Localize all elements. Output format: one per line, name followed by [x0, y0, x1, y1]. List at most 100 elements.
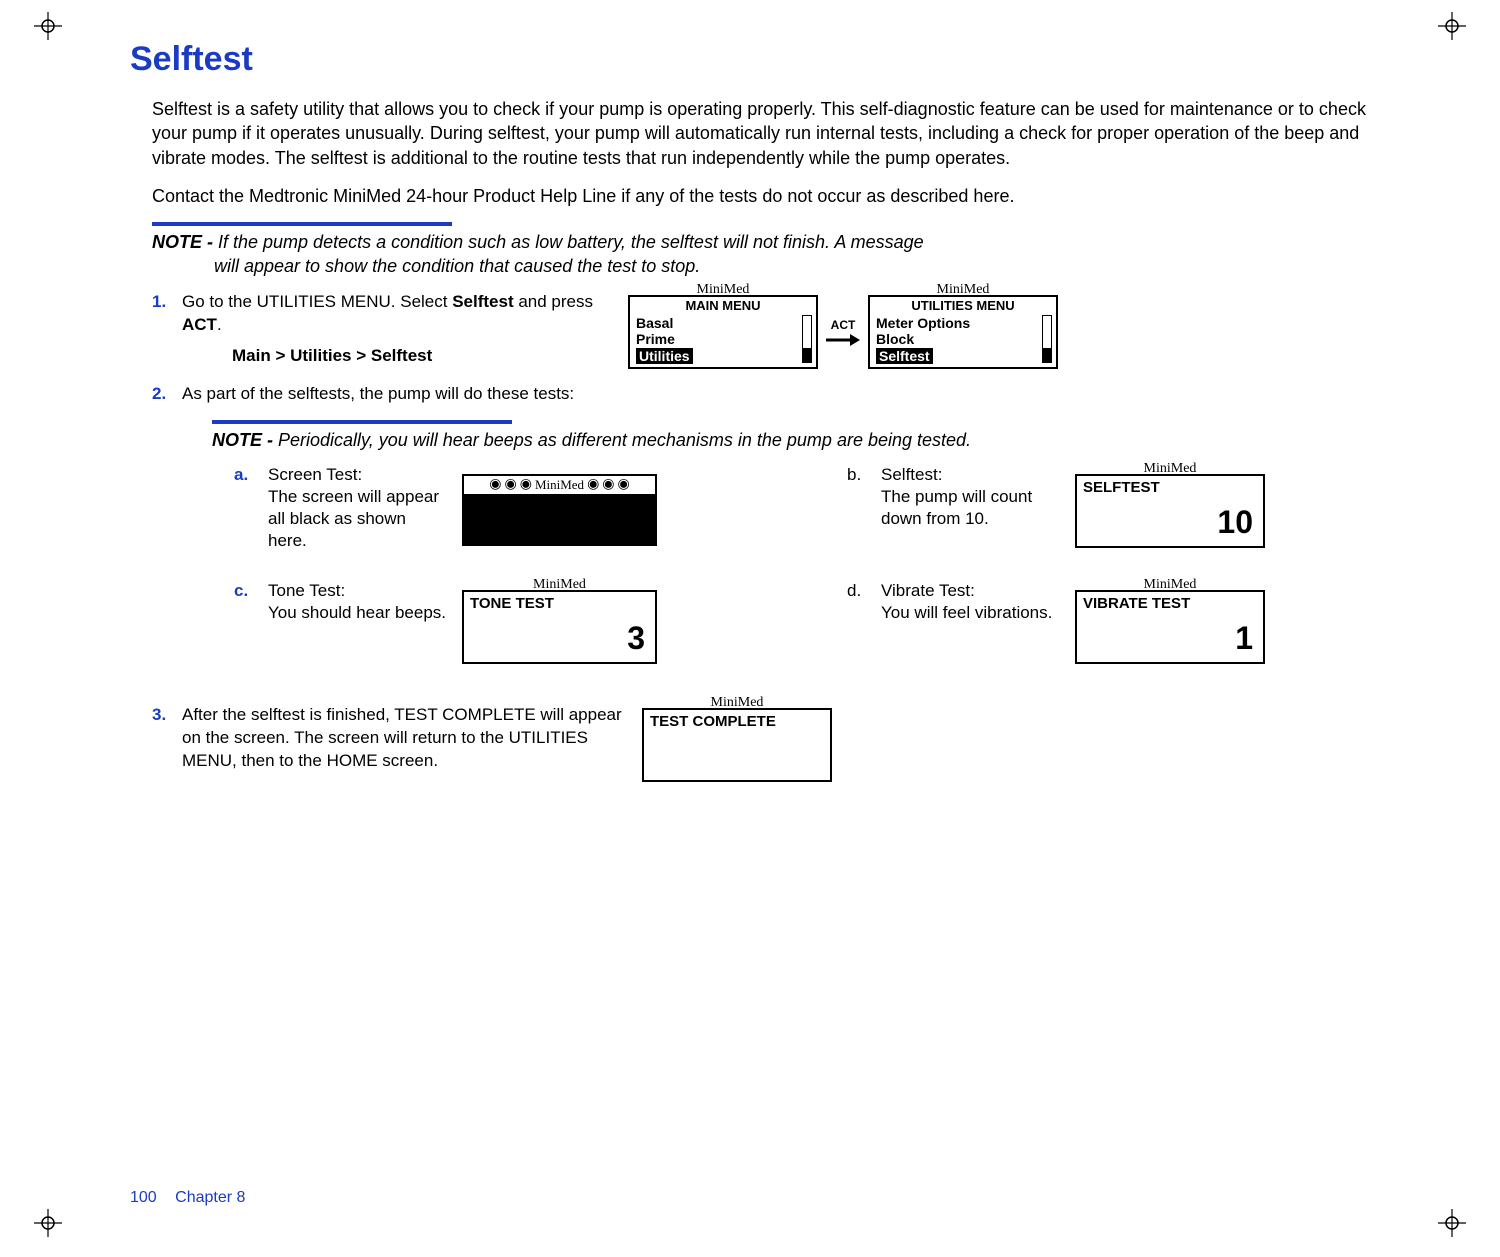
- test-c: c. Tone Test: You should hear beeps. Min…: [234, 580, 787, 664]
- pump-main-menu: MiniMed MAIN MENU Basal Prime Utilities: [628, 295, 818, 369]
- dot-icon: ◉: [618, 478, 630, 492]
- pump-screen-black: ◉ ◉ ◉ MiniMed ◉ ◉ ◉: [462, 474, 657, 546]
- test-text: Screen Test: The screen will appear all …: [268, 464, 448, 552]
- test-text: Tone Test: You should hear beeps.: [268, 580, 448, 624]
- sub-tests-grid: a. Screen Test: The screen will appear a…: [234, 464, 1400, 664]
- brand-label: MiniMed: [630, 281, 816, 300]
- menu-item: Block: [876, 331, 1050, 347]
- step-2-text: As part of the selftests, the pump will …: [182, 384, 574, 403]
- menu-item: Prime: [636, 331, 810, 347]
- step-3: 3. After the selftest is finished, TEST …: [152, 704, 1400, 782]
- test-text: Vibrate Test: You will feel vibrations.: [881, 580, 1061, 624]
- step-1: 1. Go to the UTILITIES MENU. Select Self…: [152, 291, 1400, 369]
- text-fragment: Go to the UTILITIES MENU. Select: [182, 292, 452, 311]
- document-page: Selftest Selftest is a safety utility th…: [0, 0, 1500, 1257]
- menu-item-selected: Selftest: [876, 348, 933, 364]
- brand-label: MiniMed: [464, 576, 655, 595]
- brand-label: MiniMed: [644, 694, 830, 713]
- step-2: 2. As part of the selftests, the pump wi…: [152, 383, 1400, 665]
- test-body: The pump will count down from 10.: [881, 487, 1032, 528]
- pump-utilities-menu: MiniMed UTILITIES MENU Meter Options Blo…: [868, 295, 1058, 369]
- step-1-text: Go to the UTILITIES MENU. Select Selftes…: [182, 291, 612, 368]
- list-marker: a.: [234, 464, 254, 487]
- step-number: 1.: [152, 291, 166, 314]
- dot-icon: ◉: [520, 478, 532, 492]
- test-a: a. Screen Test: The screen will appear a…: [234, 464, 787, 552]
- note-label: NOTE -: [212, 430, 278, 450]
- test-title: Selftest:: [881, 465, 942, 484]
- screen-title: SELFTEST: [1077, 476, 1263, 498]
- menu-item: Meter Options: [876, 315, 1050, 331]
- pump-screen-selftest: MiniMed SELFTEST 10: [1075, 474, 1265, 548]
- screen-value: 1: [1235, 617, 1253, 660]
- scrollbar-icon: [1042, 315, 1052, 363]
- text-fragment: and press: [514, 292, 593, 311]
- note-body-line1: If the pump detects a condition such as …: [218, 232, 924, 252]
- chapter-label: Chapter 8: [175, 1189, 245, 1206]
- test-title: Vibrate Test:: [881, 581, 975, 600]
- text-fragment: .: [217, 315, 222, 334]
- dot-icon: ◉: [489, 478, 501, 492]
- pump-screen-vibrate: MiniMed VIBRATE TEST 1: [1075, 590, 1265, 664]
- note-rule: [152, 222, 452, 226]
- test-title: Tone Test:: [268, 581, 345, 600]
- step-number: 3.: [152, 704, 166, 727]
- brand-label: MiniMed: [535, 476, 584, 494]
- text-fragment-bold: Selftest: [452, 292, 513, 311]
- test-title: Screen Test:: [268, 465, 362, 484]
- dot-icon: ◉: [505, 478, 517, 492]
- page-title: Selftest: [130, 40, 1400, 79]
- step-3-text: After the selftest is finished, TEST COM…: [182, 704, 622, 773]
- dot-icon: ◉: [587, 478, 599, 492]
- test-b: b. Selftest: The pump will count down fr…: [847, 464, 1400, 552]
- note-1: NOTE - If the pump detects a condition s…: [152, 230, 1400, 279]
- step-number: 2.: [152, 383, 166, 406]
- list-marker: c.: [234, 580, 254, 603]
- arrow-right-icon: [826, 333, 860, 347]
- note-label: NOTE -: [152, 232, 218, 252]
- steps-list: 1. Go to the UTILITIES MENU. Select Self…: [152, 291, 1400, 783]
- screen-title: TEST COMPLETE: [644, 710, 830, 732]
- screen-title: VIBRATE TEST: [1077, 592, 1263, 614]
- screen-title: TONE TEST: [464, 592, 655, 614]
- breadcrumb: Main > Utilities > Selftest: [232, 345, 612, 368]
- registration-mark-icon: [1438, 1209, 1466, 1237]
- menu-item-selected: Utilities: [636, 348, 693, 364]
- note-body: Periodically, you will hear beeps as dif…: [278, 430, 971, 450]
- screen-value: 3: [627, 617, 645, 660]
- brand-label: MiniMed: [1077, 460, 1263, 479]
- dot-icon: ◉: [602, 478, 614, 492]
- test-text: Selftest: The pump will count down from …: [881, 464, 1061, 530]
- test-d: d. Vibrate Test: You will feel vibration…: [847, 580, 1400, 664]
- brand-label: MiniMed: [1077, 576, 1263, 595]
- intro-paragraph-2: Contact the Medtronic MiniMed 24-hour Pr…: [152, 184, 1400, 208]
- test-body: You should hear beeps.: [268, 603, 446, 622]
- test-body: You will feel vibrations.: [881, 603, 1052, 622]
- note-2: NOTE - Periodically, you will hear beeps…: [212, 428, 1400, 452]
- test-body: The screen will appear all black as show…: [268, 487, 439, 550]
- registration-mark-icon: [34, 1209, 62, 1237]
- act-label: ACT: [831, 317, 856, 333]
- brand-label: MiniMed: [870, 281, 1056, 300]
- menu-item: Basal: [636, 315, 810, 331]
- pump-screen-tone: MiniMed TONE TEST 3: [462, 590, 657, 664]
- act-arrow: ACT: [826, 317, 860, 347]
- black-area: [464, 494, 655, 544]
- screen-value: 10: [1217, 501, 1253, 544]
- scrollbar-icon: [802, 315, 812, 363]
- pump-screens-row: MiniMed MAIN MENU Basal Prime Utilities …: [628, 291, 1058, 369]
- screen-topstrip: ◉ ◉ ◉ MiniMed ◉ ◉ ◉: [464, 476, 655, 495]
- note-body-line2: will appear to show the condition that c…: [214, 254, 1400, 278]
- list-marker: b.: [847, 464, 867, 487]
- pump-screen-complete: MiniMed TEST COMPLETE: [642, 708, 832, 782]
- intro-paragraph-1: Selftest is a safety utility that allows…: [152, 97, 1400, 170]
- registration-mark-icon: [34, 12, 62, 40]
- menu-items: Basal Prime Utilities: [630, 314, 816, 363]
- menu-items: Meter Options Block Selftest: [870, 314, 1056, 363]
- text-fragment-bold: ACT: [182, 315, 217, 334]
- registration-mark-icon: [1438, 12, 1466, 40]
- page-number: 100: [130, 1189, 157, 1206]
- list-marker: d.: [847, 580, 867, 603]
- note-rule: [212, 420, 512, 424]
- page-footer: 100 Chapter 8: [130, 1189, 245, 1207]
